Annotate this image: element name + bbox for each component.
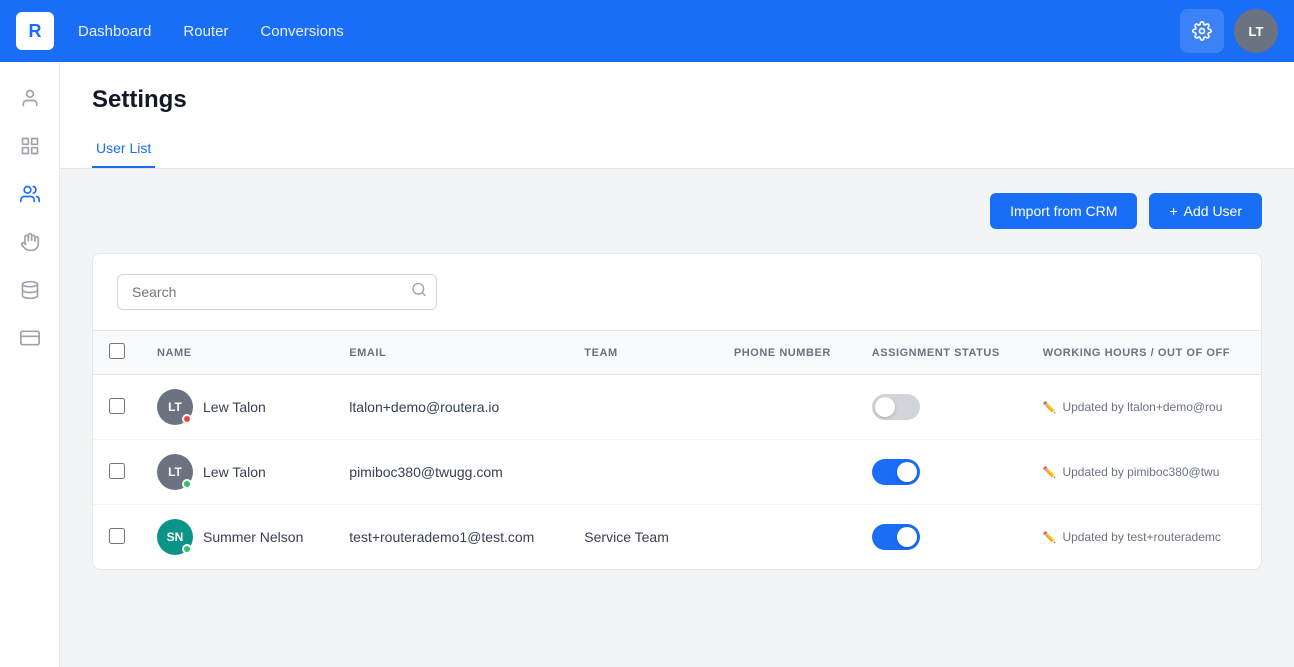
row-checkbox[interactable]: [109, 528, 125, 544]
col-name: NAME: [141, 331, 333, 375]
import-from-crm-button[interactable]: Import from CRM: [990, 193, 1137, 229]
user-table-card: NAME EMAIL TEAM PHONE NUMBER ASSIGNMENT …: [92, 253, 1262, 570]
sidebar-person-icon[interactable]: [10, 78, 50, 118]
user-table: NAME EMAIL TEAM PHONE NUMBER ASSIGNMENT …: [93, 330, 1261, 569]
plus-icon: +: [1169, 203, 1177, 219]
avatar: LT: [157, 454, 193, 490]
row-phone-cell: [718, 440, 856, 505]
toggle-thumb: [897, 527, 917, 547]
toggle-thumb: [875, 397, 895, 417]
user-name: Lew Talon: [203, 399, 266, 415]
row-working-cell: ✏️ Updated by test+routerademc: [1027, 505, 1261, 570]
col-assignment-status: ASSIGNMENT STATUS: [856, 331, 1027, 375]
row-status-cell: [856, 440, 1027, 505]
user-email: test+routerademo1@test.com: [349, 529, 534, 545]
row-working-cell: ✏️ Updated by pimiboc380@twu: [1027, 440, 1261, 505]
row-team-cell: [568, 440, 718, 505]
user-email: ltalon+demo@routera.io: [349, 399, 499, 415]
row-email-cell: test+routerademo1@test.com: [333, 505, 568, 570]
col-working-hours: WORKING HOURS / OUT OF OFF: [1027, 331, 1261, 375]
row-working-cell: ✏️ Updated by ltalon+demo@rou: [1027, 375, 1261, 440]
sidebar: [0, 62, 60, 667]
main-content: Settings User List Import from CRM + Add…: [60, 62, 1294, 667]
pencil-icon: ✏️: [1043, 466, 1057, 479]
actions-row: Import from CRM + Add User: [92, 193, 1262, 229]
row-team-cell: [568, 375, 718, 440]
add-user-label: Add User: [1184, 203, 1242, 219]
online-status-dot: [182, 544, 192, 554]
nav-links: Dashboard Router Conversions: [78, 23, 1180, 40]
updated-by: Updated by ltalon+demo@rou: [1062, 400, 1222, 414]
tab-bar: User List: [92, 130, 1262, 168]
row-name-cell: LT Lew Talon: [141, 440, 333, 505]
row-phone-cell: [718, 505, 856, 570]
table-row: LT Lew Talon pimiboc380@twugg.com: [93, 440, 1261, 505]
content-area: Import from CRM + Add User: [60, 169, 1294, 594]
col-phone: PHONE NUMBER: [718, 331, 856, 375]
pencil-icon: ✏️: [1043, 401, 1057, 414]
sidebar-card-icon[interactable]: [10, 318, 50, 358]
sidebar-users-icon[interactable]: [10, 174, 50, 214]
tab-user-list[interactable]: User List: [92, 130, 155, 168]
user-team: Service Team: [584, 529, 669, 545]
row-checkbox[interactable]: [109, 398, 125, 414]
table-row: SN Summer Nelson test+routerademo1@test.…: [93, 505, 1261, 570]
settings-gear-button[interactable]: [1180, 9, 1224, 53]
online-status-dot: [182, 414, 192, 424]
table-row: LT Lew Talon ltalon+demo@routera.io: [93, 375, 1261, 440]
row-email-cell: ltalon+demo@routera.io: [333, 375, 568, 440]
sidebar-database-icon[interactable]: [10, 270, 50, 310]
row-name-cell: LT Lew Talon: [141, 375, 333, 440]
updated-text-cell: ✏️ Updated by ltalon+demo@rou: [1043, 400, 1245, 414]
user-cell: SN Summer Nelson: [157, 519, 317, 555]
row-checkbox-cell: [93, 375, 141, 440]
search-wrap: [117, 274, 437, 310]
search-icon: [411, 282, 427, 303]
search-row: [93, 254, 1261, 330]
user-name: Summer Nelson: [203, 529, 303, 545]
row-team-cell: Service Team: [568, 505, 718, 570]
assignment-status-toggle[interactable]: [872, 459, 920, 485]
nav-dashboard[interactable]: Dashboard: [78, 23, 151, 40]
row-checkbox-cell: [93, 440, 141, 505]
top-navigation: R Dashboard Router Conversions LT: [0, 0, 1294, 62]
row-status-cell: [856, 505, 1027, 570]
nav-actions: LT: [1180, 9, 1278, 53]
page-title: Settings: [92, 86, 1262, 114]
nav-conversions[interactable]: Conversions: [260, 23, 343, 40]
settings-header: Settings User List: [60, 62, 1294, 169]
row-status-cell: [856, 375, 1027, 440]
user-avatar[interactable]: LT: [1234, 9, 1278, 53]
online-status-dot: [182, 479, 192, 489]
app-logo[interactable]: R: [16, 12, 54, 50]
sidebar-hand-icon[interactable]: [10, 222, 50, 262]
assignment-status-toggle[interactable]: [872, 394, 920, 420]
row-phone-cell: [718, 375, 856, 440]
assignment-status-toggle[interactable]: [872, 524, 920, 550]
col-checkbox: [93, 331, 141, 375]
search-input[interactable]: [117, 274, 437, 310]
updated-text-cell: ✏️ Updated by test+routerademc: [1043, 530, 1245, 544]
pencil-icon: ✏️: [1043, 531, 1057, 544]
add-user-button[interactable]: + Add User: [1149, 193, 1262, 229]
nav-router[interactable]: Router: [183, 23, 228, 40]
updated-by: Updated by pimiboc380@twu: [1062, 465, 1219, 479]
col-email: EMAIL: [333, 331, 568, 375]
row-checkbox-cell: [93, 505, 141, 570]
user-name: Lew Talon: [203, 464, 266, 480]
user-cell: LT Lew Talon: [157, 454, 317, 490]
col-team: TEAM: [568, 331, 718, 375]
sidebar-building-icon[interactable]: [10, 126, 50, 166]
toggle-thumb: [897, 462, 917, 482]
avatar: LT: [157, 389, 193, 425]
select-all-checkbox[interactable]: [109, 343, 125, 359]
row-name-cell: SN Summer Nelson: [141, 505, 333, 570]
user-email: pimiboc380@twugg.com: [349, 464, 503, 480]
row-checkbox[interactable]: [109, 463, 125, 479]
updated-by: Updated by test+routerademc: [1062, 530, 1220, 544]
updated-text-cell: ✏️ Updated by pimiboc380@twu: [1043, 465, 1245, 479]
user-cell: LT Lew Talon: [157, 389, 317, 425]
row-email-cell: pimiboc380@twugg.com: [333, 440, 568, 505]
avatar: SN: [157, 519, 193, 555]
